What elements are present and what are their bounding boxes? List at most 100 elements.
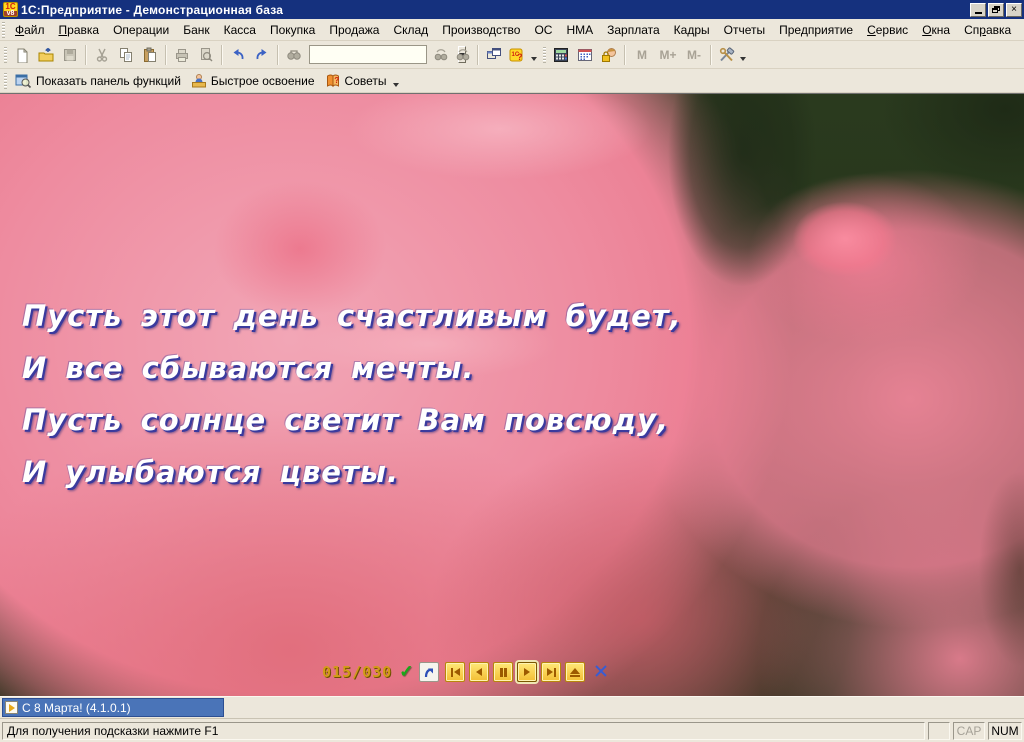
poem-line: Пусть солнце светит Вам повсюду, [22, 403, 670, 437]
calendar-icon [578, 48, 592, 61]
calendar-button[interactable] [573, 43, 597, 67]
window-tab-active[interactable]: С 8 Марта! (4.1.0.1) [2, 698, 224, 717]
tools-options-arrow-icon[interactable] [740, 56, 746, 61]
open-folder-icon [38, 47, 54, 61]
menu-item-отчеты[interactable]: Отчеты [717, 21, 772, 39]
pause-button[interactable] [493, 662, 514, 682]
title-bar[interactable]: 1С v8 1С:Предприятие - Демонстрационная … [0, 0, 1024, 19]
minimize-icon [974, 12, 982, 14]
restore-icon [992, 6, 1000, 13]
cut-button[interactable] [90, 43, 114, 67]
cut-icon [96, 48, 108, 62]
quick-learning-icon [191, 73, 206, 87]
menu-item-сервис[interactable]: Сервис [860, 21, 915, 39]
menu-item-производство[interactable]: Производство [435, 21, 527, 39]
checkmark-icon[interactable]: ✓ [399, 662, 413, 682]
app-icon: 1С v8 [3, 2, 18, 17]
menu-item-ос[interactable]: ОС [527, 21, 559, 39]
windows-list-button[interactable] [482, 43, 506, 67]
toolbar-grip[interactable] [2, 21, 5, 38]
print-preview-button[interactable] [194, 43, 218, 67]
jump-button[interactable] [419, 662, 440, 682]
first-slide-button[interactable] [445, 662, 466, 682]
toolbar-separator [624, 44, 626, 65]
memory-subtract-button[interactable]: M- [681, 44, 707, 66]
find-next-button[interactable] [430, 43, 452, 67]
binoculars-previous-icon [456, 48, 470, 60]
funcbar-options-arrow-icon[interactable] [392, 82, 399, 87]
show-function-panel-button[interactable]: Показать панель функций [10, 71, 186, 91]
previous-slide-button[interactable] [469, 662, 490, 682]
menu-item-кадры[interactable]: Кадры [667, 21, 717, 39]
menu-item-касса[interactable]: Касса [217, 21, 263, 39]
tips-button[interactable]: ? Советы [320, 71, 392, 91]
next-slide-button[interactable] [541, 662, 562, 682]
undo-button[interactable] [226, 43, 250, 67]
calculator-button[interactable] [549, 43, 573, 67]
quick-learning-button[interactable]: Быстрое освоение [186, 71, 320, 91]
quick-learning-label: Быстрое освоение [210, 73, 315, 88]
status-bar: Для получения подсказки нажмите F1 CAP N… [0, 718, 1024, 742]
application-window: 1С v8 1С:Предприятие - Демонстрационная … [0, 0, 1024, 742]
cascade-windows-icon [487, 47, 501, 59]
toolbar-separator [165, 44, 167, 65]
copy-button[interactable] [114, 43, 138, 67]
close-slideshow-button[interactable] [593, 664, 609, 680]
show-function-panel-label: Показать панель функций [36, 73, 181, 88]
curved-arrow-icon [425, 668, 434, 678]
open-file-button[interactable] [34, 43, 58, 67]
play-button[interactable] [517, 662, 538, 682]
function-toolbar: Показать панель функций Быстрое освоение… [0, 69, 1024, 93]
menu-item-банк[interactable]: Банк [176, 21, 216, 39]
binoculars-next-icon [434, 48, 448, 60]
redo-button[interactable] [250, 43, 274, 67]
find-button[interactable] [282, 43, 306, 67]
eject-button[interactable] [565, 662, 586, 682]
main-toolbar: 1С? M M+ M- [0, 41, 1024, 69]
menu-item-операции[interactable]: Операции [106, 21, 176, 39]
menu-item-справка[interactable]: Справка [957, 21, 1018, 39]
help-options-arrow-icon[interactable] [531, 56, 537, 61]
menu-item-склад[interactable]: Склад [386, 21, 435, 39]
toolbar-grip[interactable] [543, 46, 546, 63]
help-button[interactable]: 1С? [506, 43, 530, 67]
menu-item-покупка[interactable]: Покупка [263, 21, 322, 39]
open-windows-bar: С 8 Марта! (4.1.0.1) [0, 696, 1024, 718]
close-button[interactable]: × [1006, 2, 1022, 17]
calculator-icon [554, 47, 568, 62]
restore-button[interactable] [988, 2, 1004, 17]
svg-text:?: ? [334, 76, 339, 85]
menu-item-нма[interactable]: НМА [559, 21, 600, 39]
print-button[interactable] [170, 43, 194, 67]
greeting-card-image: Пусть этот день счастливым будет, И все … [0, 93, 1024, 696]
poem-line: Пусть этот день счастливым будет, [22, 299, 682, 333]
menu-item-зарплата[interactable]: Зарплата [600, 21, 667, 39]
toolbar-separator [221, 44, 223, 65]
menu-item-продажа[interactable]: Продажа [322, 21, 386, 39]
svg-text:?: ? [517, 52, 523, 62]
user-access-button[interactable] [597, 43, 621, 67]
paste-button[interactable] [138, 43, 162, 67]
memory-recall-button[interactable]: M [629, 44, 655, 66]
status-hint: Для получения подсказки нажмите F1 [2, 722, 925, 740]
find-previous-button[interactable] [452, 43, 474, 67]
tips-book-icon: ? [326, 74, 339, 87]
service-tools-button[interactable] [715, 43, 739, 67]
toolbar-grip[interactable] [4, 72, 7, 89]
window-title: 1С:Предприятие - Демонстрационная база [21, 2, 284, 17]
menu-item-правка[interactable]: Правка [52, 21, 107, 39]
window-tab-label: С 8 Марта! (4.1.0.1) [22, 700, 131, 715]
redo-icon [256, 48, 267, 59]
menu-item-предприятие[interactable]: Предприятие [772, 21, 860, 39]
menu-item-окна[interactable]: Окна [915, 21, 957, 39]
toolbar-grip[interactable] [4, 46, 7, 63]
save-button[interactable] [58, 43, 82, 67]
menu-item-файл[interactable]: Файл [8, 21, 52, 39]
memory-add-button[interactable]: M+ [655, 44, 681, 66]
new-document-button[interactable] [10, 43, 34, 67]
num-lock-indicator: NUM [988, 722, 1022, 740]
poem-line: И улыбаются цветы. [22, 455, 400, 489]
minimize-button[interactable] [970, 2, 986, 17]
status-panel-empty [928, 722, 950, 740]
paste-icon [144, 47, 156, 62]
